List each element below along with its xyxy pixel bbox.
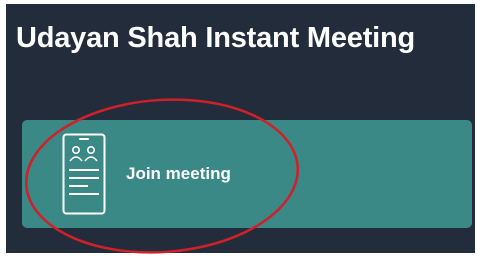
join-meeting-button[interactable]: Join meeting [22, 120, 472, 228]
app-screen: Udayan Shah Instant Meeting Join meeting [6, 4, 475, 253]
meeting-device-icon [62, 133, 106, 215]
page-title: Udayan Shah Instant Meeting [16, 22, 416, 54]
join-meeting-label: Join meeting [126, 164, 231, 183]
